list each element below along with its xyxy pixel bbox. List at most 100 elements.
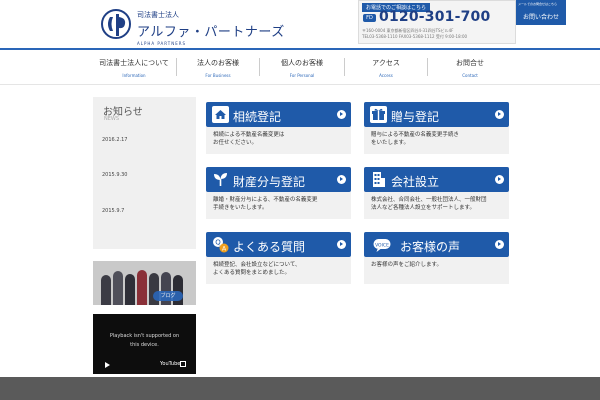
card-header: 相続登記 bbox=[206, 102, 351, 127]
logo-name: アルファ・パートナーズ bbox=[137, 25, 285, 40]
blog-banner[interactable]: ブログ bbox=[93, 261, 196, 305]
mail-caption: メールでのお問合せはこちら bbox=[518, 2, 558, 6]
nav-sublabel: Access bbox=[379, 73, 393, 78]
nav-item-information[interactable]: 司法書士法人について Information bbox=[92, 52, 176, 80]
staff-figure bbox=[137, 270, 147, 305]
card-description: 相続登記、会社設立などについて、 よくある質問をまとめました。 bbox=[213, 261, 301, 277]
nav-underline bbox=[0, 84, 600, 85]
logo-mark-icon[interactable] bbox=[101, 9, 131, 39]
card-description-line: お客様の声をご紹介します。 bbox=[371, 262, 442, 268]
card-title: よくある質問 bbox=[233, 240, 306, 254]
service-card-gift[interactable]: 贈与登記 贈与による不動産の名義変更手続き をいたします。 bbox=[364, 102, 509, 154]
card-description: 離婚・財産分与による、不動産の名義変更 手続きをいたします。 bbox=[213, 196, 317, 212]
staff-figure bbox=[113, 271, 123, 305]
card-description-line: お任せください。 bbox=[213, 140, 258, 146]
card-description-line: 離婚・財産分与による、不動産の名義変更 bbox=[213, 197, 318, 203]
youtube-logo[interactable]: YouTube bbox=[160, 361, 180, 367]
nav-label: 法人のお客様 bbox=[197, 59, 239, 67]
blog-label: ブログ bbox=[153, 291, 183, 301]
arrow-right-icon bbox=[337, 110, 346, 119]
playback-message: Playback isn't supported on this device. bbox=[93, 332, 196, 350]
service-card-faq[interactable]: Q A よくある質問 相続登記、会社設立などについて、 よくある質問をまとめまし… bbox=[206, 232, 351, 284]
card-description-line: をいたします。 bbox=[371, 140, 409, 146]
card-description: お客様の声をご紹介します。 bbox=[371, 261, 442, 269]
nav-sublabel: Information bbox=[122, 73, 146, 78]
mail-contact-button[interactable]: メールでのお問合せはこちら お問い合わせ bbox=[516, 0, 566, 25]
card-title: 相続登記 bbox=[233, 110, 282, 124]
phone-number[interactable]: 0120-301-700 bbox=[379, 9, 490, 25]
house-icon bbox=[212, 106, 229, 123]
logo-english: ALPHA PARTNERS bbox=[137, 41, 187, 46]
address-text: 〒160-0004 東京都新宿区四谷4-31四谷TSビル4F TEL03-536… bbox=[362, 28, 467, 40]
freedial-icon: FD bbox=[363, 14, 376, 22]
play-icon[interactable] bbox=[105, 362, 110, 368]
nav-label: お問合せ bbox=[456, 59, 484, 67]
playback-message-line: this device. bbox=[130, 342, 159, 348]
staff-figure bbox=[125, 274, 135, 305]
qa-icon: Q A bbox=[213, 237, 229, 253]
nav-label: アクセス bbox=[372, 59, 400, 67]
service-card-property-division[interactable]: 財産分与登記 離婚・財産分与による、不動産の名義変更 手続きをいたします。 bbox=[206, 167, 351, 219]
phone-contact-box: お電話でのご相談はこちら FD 0120-301-700 〒160-0004 東… bbox=[358, 0, 516, 44]
gift-icon bbox=[370, 106, 387, 123]
news-date[interactable]: 2016.2.17 bbox=[102, 137, 127, 143]
nav-item-business[interactable]: 法人のお客様 For Business bbox=[177, 52, 259, 80]
arrow-right-icon bbox=[495, 175, 504, 184]
news-panel: お知らせ NEWS 2016.2.17 2015.9.30 2015.9.7 bbox=[93, 97, 196, 249]
card-header: 会社設立 bbox=[364, 167, 509, 192]
svg-text:VOICE: VOICE bbox=[375, 242, 389, 248]
nav-label: 個人のお客様 bbox=[281, 59, 323, 67]
card-title: 贈与登記 bbox=[391, 110, 440, 124]
card-description: 株式会社、合同会社、一般社団法人、一般財団 法人など各種法人設立をサポートします… bbox=[371, 196, 487, 212]
staff-figure bbox=[101, 275, 111, 305]
card-description-line: 法人など各種法人設立をサポートします。 bbox=[371, 205, 475, 211]
news-subtitle: NEWS bbox=[104, 116, 120, 122]
fullscreen-icon[interactable] bbox=[180, 361, 186, 367]
logo-text[interactable]: 司法書士法人 アルファ・パートナーズ ALPHA PARTNERS bbox=[137, 10, 285, 46]
news-date[interactable]: 2015.9.7 bbox=[102, 208, 124, 214]
mail-button-label: お問い合わせ bbox=[522, 14, 559, 21]
card-header: 財産分与登記 bbox=[206, 167, 351, 192]
card-description-line: 相続による不動産名義変更は bbox=[213, 132, 285, 138]
nav-sublabel: For Personal bbox=[289, 73, 315, 78]
logo-small-text: 司法書士法人 bbox=[137, 11, 179, 19]
arrow-right-icon bbox=[337, 175, 346, 184]
card-header: Q A よくある質問 bbox=[206, 232, 351, 257]
video-player[interactable]: Playback isn't supported on this device.… bbox=[93, 314, 196, 374]
arrow-right-icon bbox=[495, 240, 504, 249]
nav-item-contact[interactable]: お問合せ Contact bbox=[428, 52, 512, 80]
card-description-line: 贈与による不動産の名義変更手続き bbox=[371, 132, 459, 138]
playback-message-line: Playback isn't supported on bbox=[109, 333, 180, 339]
building-icon bbox=[373, 172, 385, 187]
card-description-line: よくある質問をまとめました。 bbox=[213, 270, 291, 276]
footer-bar bbox=[0, 377, 600, 400]
nav-sublabel: For Business bbox=[205, 73, 231, 78]
service-card-testimonials[interactable]: VOICE お客様の声 お客様の声をご紹介します。 bbox=[364, 232, 509, 284]
card-title: 会社設立 bbox=[391, 175, 440, 189]
card-description-line: 株式会社、合同会社、一般社団法人、一般財団 bbox=[371, 197, 487, 203]
card-description: 相続による不動産名義変更は お任せください。 bbox=[213, 131, 284, 147]
arrow-right-icon bbox=[337, 240, 346, 249]
card-title: お客様の声 bbox=[400, 240, 461, 254]
svg-text:Q: Q bbox=[215, 239, 221, 247]
header-divider bbox=[0, 48, 600, 50]
tel-fax-line: TEL03-5368-1110 FAX03-5368-1112 受付 9:00-… bbox=[362, 34, 468, 39]
news-date[interactable]: 2015.9.30 bbox=[102, 172, 127, 178]
service-card-company-formation[interactable]: 会社設立 株式会社、合同会社、一般社団法人、一般財団 法人など各種法人設立をサポ… bbox=[364, 167, 509, 219]
card-title: 財産分与登記 bbox=[233, 175, 306, 189]
nav-label: 司法書士法人について bbox=[99, 59, 169, 67]
service-card-inheritance[interactable]: 相続登記 相続による不動産名義変更は お任せください。 bbox=[206, 102, 351, 154]
site-header: 司法書士法人 アルファ・パートナーズ ALPHA PARTNERS お電話でのご… bbox=[0, 0, 600, 48]
arrow-right-icon bbox=[495, 110, 504, 119]
card-description: 贈与による不動産の名義変更手続き をいたします。 bbox=[371, 131, 459, 147]
voice-icon: VOICE bbox=[373, 239, 391, 252]
nav-sublabel: Contact bbox=[462, 73, 478, 78]
card-description-line: 相続登記、会社設立などについて、 bbox=[213, 262, 301, 268]
nav-item-personal[interactable]: 個人のお客様 For Personal bbox=[260, 52, 344, 80]
card-description-line: 手続きをいたします。 bbox=[213, 205, 268, 211]
global-nav: 司法書士法人について Information 法人のお客様 For Busine… bbox=[92, 52, 512, 80]
sprout-icon bbox=[214, 173, 227, 186]
card-header: 贈与登記 bbox=[364, 102, 509, 127]
nav-item-access[interactable]: アクセス Access bbox=[345, 52, 427, 80]
card-header: VOICE お客様の声 bbox=[364, 232, 509, 257]
